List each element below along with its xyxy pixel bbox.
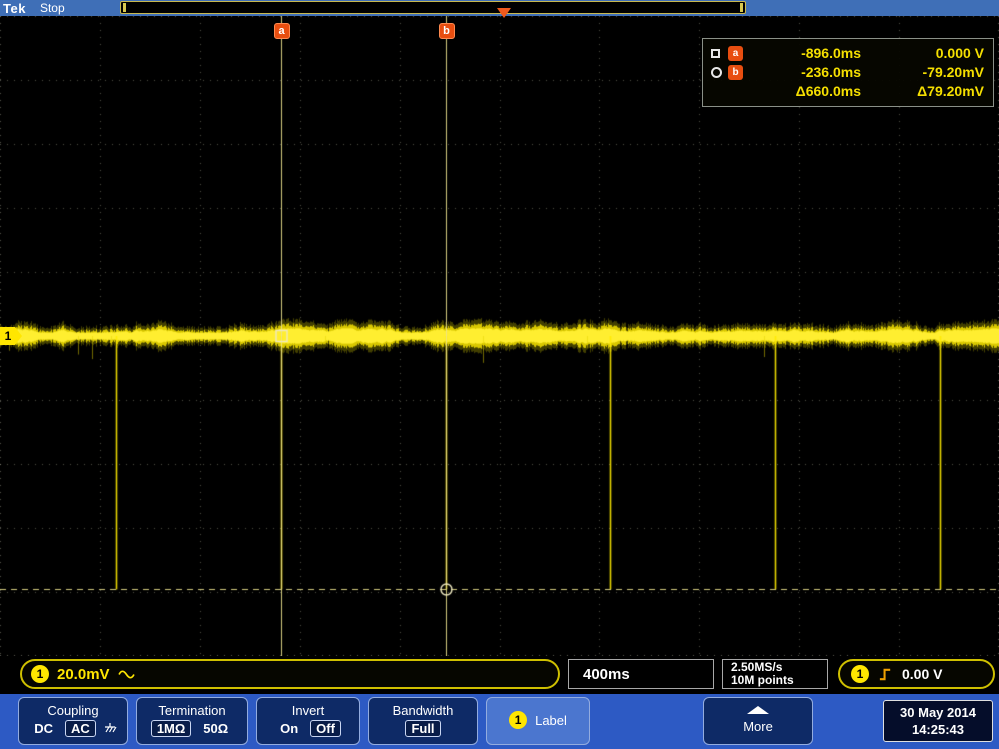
cursor-b-badge[interactable]: b [438, 23, 455, 39]
ground-icon [104, 722, 117, 732]
circle-icon [711, 66, 722, 78]
coupling-button[interactable]: Coupling DC AC [18, 697, 128, 745]
coupling-option-dc[interactable]: DC [29, 720, 58, 737]
cursor-a-badge[interactable]: a [273, 23, 290, 39]
cursor-b-time: -236.0ms [801, 64, 861, 80]
termination-options: 1MΩ 50Ω [150, 720, 233, 737]
datetime-box: 30 May 2014 14:25:43 [883, 700, 993, 742]
termination-button[interactable]: Termination 1MΩ 50Ω [136, 697, 248, 745]
label-channel-badge: 1 [509, 711, 528, 729]
channel-scale-readout[interactable]: 1 20.0mV [20, 659, 560, 689]
cursor-b-value: -79.20mV [922, 64, 984, 80]
record-end-marker [740, 3, 743, 12]
invert-option-off[interactable]: Off [310, 720, 341, 737]
channel-badge: 1 [31, 665, 49, 683]
record-length: 10M points [731, 673, 794, 687]
invert-button[interactable]: Invert On Off [256, 697, 360, 745]
more-button[interactable]: More [703, 697, 813, 745]
invert-title: Invert [291, 703, 325, 718]
trigger-level: 0.00 V [902, 666, 943, 682]
coupling-options: DC AC [29, 720, 117, 737]
cursor-a-time: -896.0ms [801, 45, 861, 61]
cursor-a-value: 0.000 V [935, 45, 984, 61]
date-text: 30 May 2014 [900, 705, 976, 720]
bottom-menu-bar: Coupling DC AC Termination 1MΩ 50Ω Inver… [0, 694, 999, 749]
oscilloscope-screen: Tek Stop a b 1 a -896.0ms 0.000 V b -236… [0, 0, 999, 749]
rising-edge-icon [879, 668, 891, 680]
label-button-text: Label [535, 712, 567, 728]
cursor-b-row-badge: b [728, 64, 743, 80]
invert-options: On Off [275, 720, 341, 737]
record-start-marker [123, 3, 126, 12]
graticule-canvas[interactable] [0, 16, 999, 656]
cursor-readout-panel: a -896.0ms 0.000 V b -236.0ms -79.20mV Δ… [702, 38, 994, 107]
trigger-readout[interactable]: 1 0.00 V [838, 659, 995, 689]
chevron-up-icon [747, 706, 769, 714]
invert-option-on[interactable]: On [275, 720, 303, 737]
coupling-option-ac[interactable]: AC [65, 720, 96, 737]
cursor-delta-value: Δ79.20mV [917, 83, 984, 99]
timebase-value: 400ms [583, 665, 630, 683]
more-button-text: More [743, 719, 773, 734]
acquisition-status: Stop [39, 1, 65, 15]
trigger-channel-badge: 1 [851, 665, 869, 683]
termination-option-50ohm[interactable]: 50Ω [198, 720, 233, 737]
channel-scale: 20.0mV [57, 665, 110, 683]
square-icon [711, 48, 720, 58]
cursor-a-row-badge: a [728, 45, 743, 61]
record-position-bar[interactable] [120, 1, 746, 14]
tek-logo: Tek [3, 0, 26, 16]
label-button[interactable]: 1 Label [486, 697, 590, 745]
acquisition-readout: 2.50MS/s 10M points [722, 659, 828, 689]
timebase-readout[interactable]: 400ms [568, 659, 714, 689]
bandwidth-title: Bandwidth [392, 703, 454, 718]
termination-title: Termination [158, 703, 226, 718]
bandwidth-value[interactable]: Full [405, 720, 441, 737]
cursor-delta-time: Δ660.0ms [795, 83, 861, 99]
termination-option-1mohm[interactable]: 1MΩ [150, 720, 192, 737]
trigger-position-triangle[interactable] [497, 8, 512, 18]
bandwidth-button[interactable]: Bandwidth Full [368, 697, 478, 745]
time-text: 14:25:43 [911, 722, 965, 737]
coupling-title: Coupling [47, 703, 99, 718]
bandwidth-value-row: Full [405, 720, 441, 737]
sine-wave-icon [117, 669, 135, 679]
